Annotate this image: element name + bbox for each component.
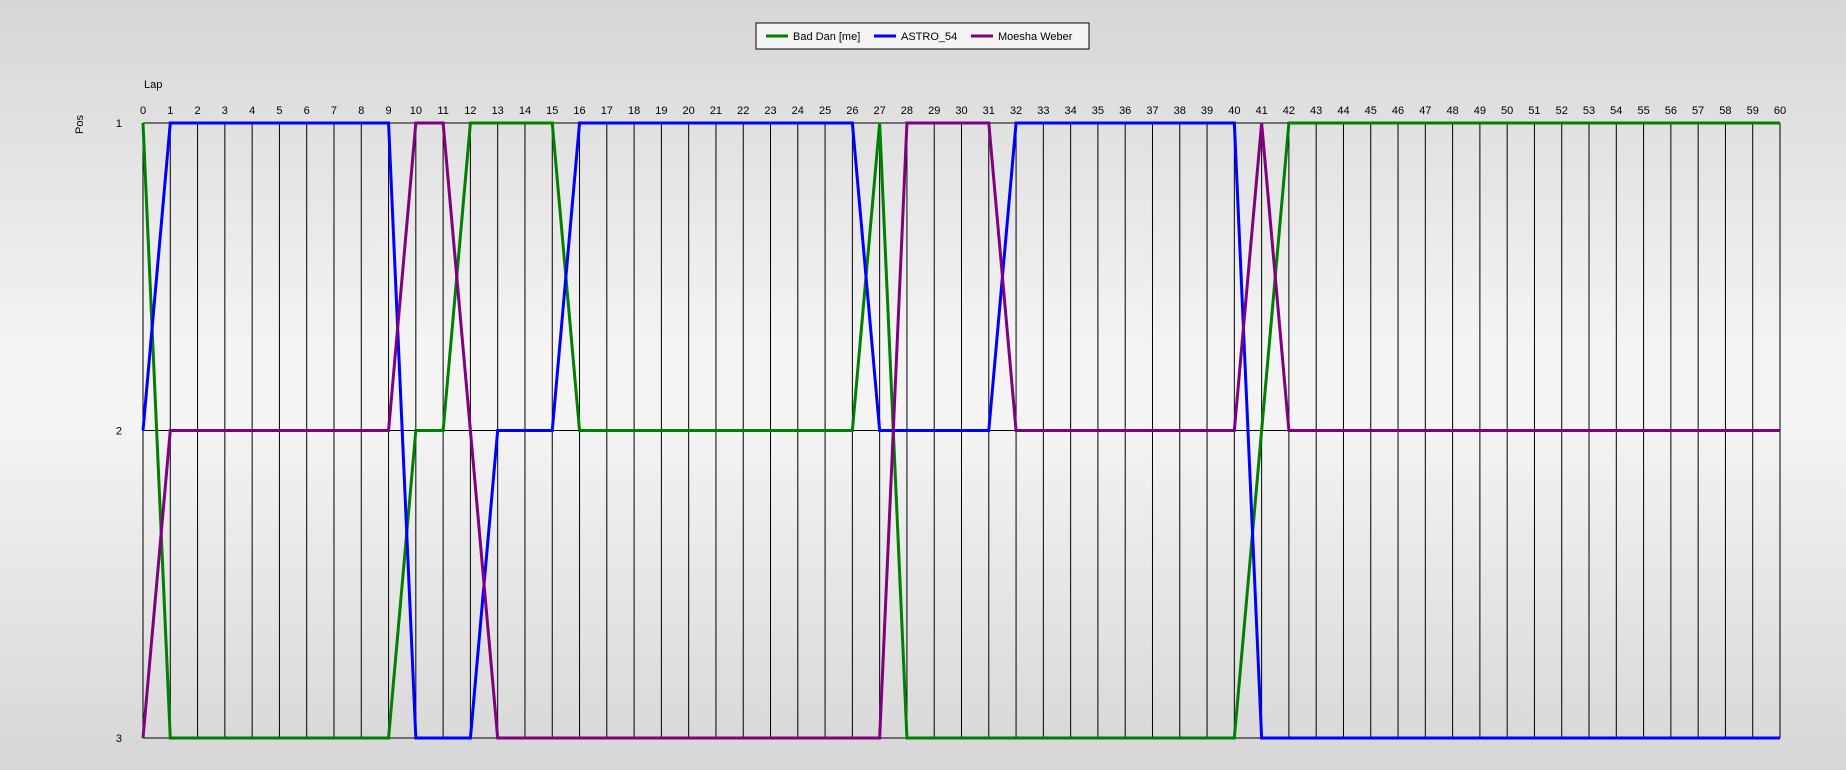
y-tick-label: 1 [116, 118, 122, 130]
x-tick-label: 24 [792, 105, 804, 117]
x-tick-label: 12 [464, 105, 476, 117]
legend: Bad Dan [me] ASTRO_54 Moesha Weber [755, 22, 1090, 50]
x-tick-label: 56 [1665, 105, 1677, 117]
x-tick-label: 28 [901, 105, 913, 117]
x-tick-label: 42 [1283, 105, 1295, 117]
y-axis-title: Pos [74, 115, 86, 134]
x-tick-label: 47 [1419, 105, 1431, 117]
x-tick-label: 43 [1310, 105, 1322, 117]
x-tick-label: 55 [1637, 105, 1649, 117]
y-tick-labels: 1 2 3 [116, 118, 122, 745]
x-tick-label: 60 [1774, 105, 1786, 117]
x-tick-label: 50 [1501, 105, 1513, 117]
legend-label-2: Moesha Weber [998, 31, 1073, 43]
x-tick-labels: 0 1 2 3 4 5 6 7 8 9 10 11 12 13 14 15 16 17 18 19 20 21 22 23 24… [140, 105, 1786, 117]
x-tick-label: 57 [1692, 105, 1704, 117]
lap-position-chart: Bad Dan [me] ASTRO_54 Moesha Weber Lap Pos… [74, 22, 1786, 745]
x-axis-title: Lap [144, 79, 162, 91]
y-tick-label: 3 [116, 733, 122, 745]
x-tick-label: 16 [573, 105, 585, 117]
x-tick-label: 59 [1747, 105, 1759, 117]
x-tick-label: 35 [1092, 105, 1104, 117]
x-tick-label: 29 [928, 105, 940, 117]
x-tick-label: 48 [1446, 105, 1458, 117]
legend-label-1: ASTRO_54 [901, 31, 957, 43]
y-tick-label: 2 [116, 426, 122, 438]
x-tick-label: 52 [1556, 105, 1568, 117]
x-tick-label: 0 [140, 105, 146, 117]
x-tick-label: 31 [983, 105, 995, 117]
x-tick-label: 54 [1610, 105, 1622, 117]
x-tick-label: 39 [1201, 105, 1213, 117]
x-tick-label: 6 [304, 105, 310, 117]
x-tick-label: 30 [955, 105, 967, 117]
x-tick-label: 13 [492, 105, 504, 117]
x-tick-label: 33 [1037, 105, 1049, 117]
x-tick-label: 45 [1365, 105, 1377, 117]
x-tick-label: 26 [846, 105, 858, 117]
x-tick-label: 17 [601, 105, 613, 117]
x-tick-label: 19 [655, 105, 667, 117]
x-tick-label: 46 [1392, 105, 1404, 117]
x-tick-label: 44 [1337, 105, 1349, 117]
x-tick-label: 7 [331, 105, 337, 117]
x-tick-label: 1 [167, 105, 173, 117]
x-tick-label: 23 [764, 105, 776, 117]
x-tick-label: 10 [410, 105, 422, 117]
x-tick-label: 14 [519, 105, 531, 117]
x-tick-label: 49 [1474, 105, 1486, 117]
x-tick-label: 37 [1146, 105, 1158, 117]
x-tick-label: 21 [710, 105, 722, 117]
x-tick-label: 32 [1010, 105, 1022, 117]
x-tick-label: 27 [874, 105, 886, 117]
x-tick-label: 11 [437, 105, 448, 117]
x-tick-label: 41 [1255, 105, 1267, 117]
x-tick-label: 3 [222, 105, 228, 117]
x-tick-label: 40 [1228, 105, 1240, 117]
x-tick-label: 20 [683, 105, 695, 117]
x-tick-label: 53 [1583, 105, 1595, 117]
x-tick-label: 5 [276, 105, 282, 117]
legend-label-0: Bad Dan [me] [793, 31, 860, 43]
x-tick-label: 15 [546, 105, 558, 117]
x-tick-label: 34 [1065, 105, 1077, 117]
x-tick-label: 38 [1174, 105, 1186, 117]
x-tick-label: 4 [249, 105, 255, 117]
x-tick-label: 25 [819, 105, 831, 117]
x-tick-label: 2 [195, 105, 201, 117]
x-tick-label: 36 [1119, 105, 1131, 117]
x-tick-label: 51 [1528, 105, 1540, 117]
x-tick-label: 9 [385, 105, 391, 117]
x-tick-label: 18 [628, 105, 640, 117]
x-tick-label: 8 [358, 105, 364, 117]
x-tick-label: 22 [737, 105, 749, 117]
x-tick-label: 58 [1719, 105, 1731, 117]
